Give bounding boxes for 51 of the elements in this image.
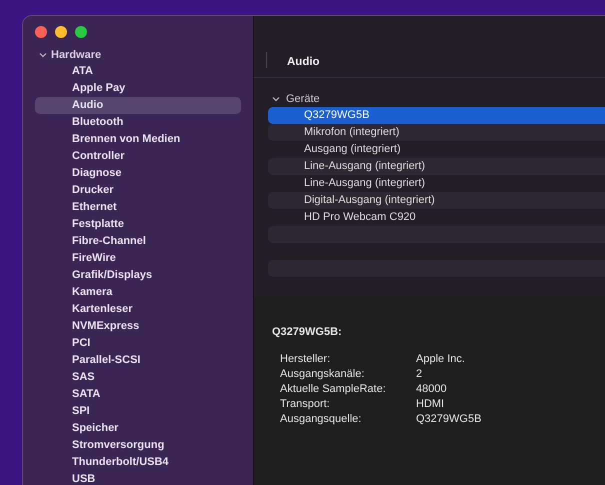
field-label: Aktuelle SampleRate: [280, 382, 387, 397]
detail-title: Q3279WG5B: [272, 326, 342, 338]
device-row[interactable]: Mikrofon (integriert) [268, 124, 605, 141]
sidebar-item[interactable]: SAS [35, 369, 241, 386]
sidebar-item[interactable]: Apple Pay [35, 80, 241, 97]
device-row[interactable]: Ausgang (integriert) [268, 141, 605, 158]
minimize-button[interactable] [55, 26, 67, 38]
device-row[interactable]: Q3279WG5B [268, 107, 605, 124]
close-button[interactable] [35, 26, 47, 38]
sidebar-item[interactable]: Thunderbolt/USB4 [35, 454, 241, 471]
sidebar-item[interactable]: Audio [35, 97, 241, 114]
tree-group[interactable]: Geräte [286, 92, 320, 104]
sidebar-item[interactable]: Fibre-Channel [35, 233, 241, 250]
zoom-button[interactable] [75, 26, 87, 38]
device-row[interactable]: Line-Ausgang (integriert) [268, 158, 605, 175]
sidebar-item[interactable]: Brennen von Medien [35, 131, 241, 148]
sidebar-item[interactable]: Bluetooth [35, 114, 241, 131]
sidebar-item[interactable]: ATA [35, 63, 241, 80]
sidebar-item[interactable]: Speicher [35, 420, 241, 437]
sidebar-group[interactable]: Hardware [51, 48, 102, 60]
field-value: Q3279WG5B [416, 412, 482, 427]
field-value: 48000 [416, 382, 448, 397]
sidebar-item[interactable]: Parallel-SCSI [35, 352, 241, 369]
field-value: Apple Inc. [416, 352, 466, 367]
sidebar-item[interactable]: FireWire [35, 250, 241, 267]
device-row[interactable]: Digital-Ausgang (integriert) [268, 192, 605, 209]
sidebar-item[interactable]: Grafik/Displays [35, 267, 241, 284]
sidebar-item[interactable]: Stromversorgung [35, 437, 241, 454]
sidebar-item[interactable]: NVMExpress [35, 318, 241, 335]
sidebar-item[interactable]: Diagnose [35, 165, 241, 182]
sidebar-item[interactable]: Controller [35, 148, 241, 165]
device-row[interactable]: HD Pro Webcam C920 [268, 209, 605, 226]
sidebar-item[interactable]: Kamera [35, 284, 241, 301]
chevron-icon[interactable] [39, 52, 47, 58]
field-value: HDMI [416, 397, 446, 412]
sidebar-item[interactable]: PCI [35, 335, 241, 352]
field-value: 2 [416, 367, 424, 382]
sidebar-item[interactable]: USB [35, 471, 241, 485]
sidebar-item[interactable]: Kartenleser [35, 301, 241, 318]
device-row[interactable]: Line-Ausgang (integriert) [268, 175, 605, 192]
sidebar-item[interactable]: SPI [35, 403, 241, 420]
chevron-icon[interactable] [272, 96, 280, 102]
section-title: Audio [287, 56, 320, 68]
field-label: Transport: [280, 397, 331, 412]
sidebar-item[interactable]: Festplatte [35, 216, 241, 233]
field-label: Ausgangsquelle: [280, 412, 362, 427]
sidebar-item[interactable]: SATA [35, 386, 241, 403]
field-label: Hersteller: [280, 352, 332, 367]
sidebar-item[interactable]: Drucker [35, 182, 241, 199]
field-label: Ausgangskanäle: [280, 367, 366, 382]
sidebar-item[interactable]: Ethernet [35, 199, 241, 216]
